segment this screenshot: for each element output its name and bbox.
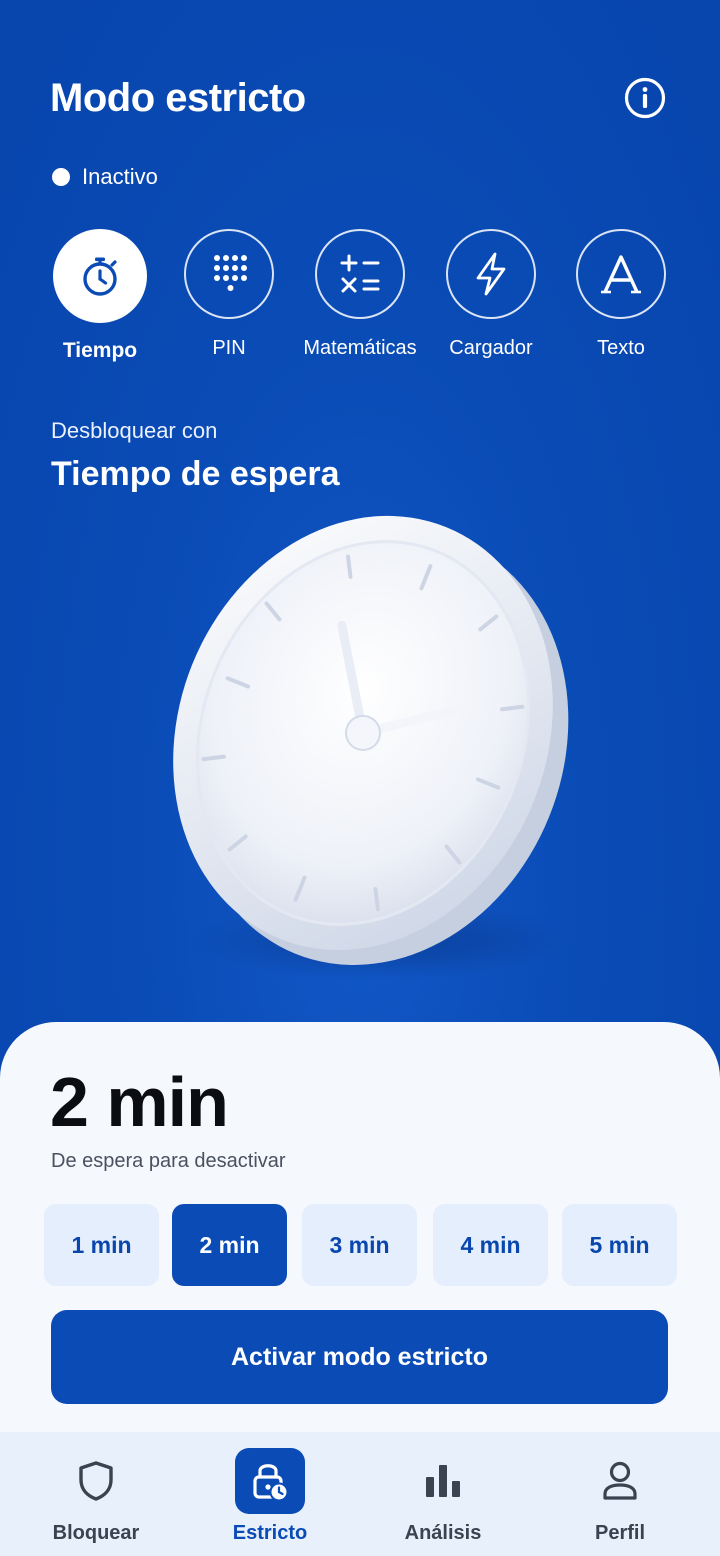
method-cargador-label: Cargador xyxy=(449,337,533,359)
tab-estricto[interactable]: Estricto xyxy=(195,1432,345,1545)
tab-estricto-icon-wrap xyxy=(235,1448,305,1514)
selected-time-caption: De espera para desactivar xyxy=(51,1150,286,1172)
method-texto-circle xyxy=(576,229,666,319)
method-pin-label: PIN xyxy=(212,337,246,359)
method-tiempo-label: Tiempo xyxy=(62,339,138,362)
tab-analisis-icon-wrap xyxy=(408,1448,478,1514)
method-texto-label: Texto xyxy=(597,337,645,359)
wall-clock-illustration xyxy=(173,515,570,980)
tab-perfil-label: Perfil xyxy=(594,1522,646,1544)
selected-time-display: 2 min xyxy=(50,1063,229,1141)
tab-perfil[interactable]: Perfil xyxy=(545,1432,695,1545)
time-option-1-min[interactable]: 1 min xyxy=(44,1204,159,1286)
lightning-icon xyxy=(476,252,506,296)
method-matematicas-circle xyxy=(315,229,405,319)
user-icon xyxy=(603,1461,637,1500)
status-label: Inactivo xyxy=(82,164,158,189)
time-options: 1 min 2 min 3 min 4 min 5 min xyxy=(44,1204,678,1286)
tab-estricto-label: Estricto xyxy=(232,1522,308,1544)
tab-bloquear[interactable]: Bloquear xyxy=(21,1432,171,1545)
status-indicator: Inactivo xyxy=(52,164,158,190)
time-option-3-min[interactable]: 3 min xyxy=(302,1204,417,1286)
stopwatch-icon xyxy=(83,257,117,296)
method-texto[interactable]: Texto xyxy=(546,229,696,360)
method-matematicas[interactable]: Matemáticas xyxy=(285,229,435,360)
tab-bloquear-label: Bloquear xyxy=(52,1522,140,1544)
method-pin[interactable]: PIN xyxy=(154,229,304,360)
keypad-icon xyxy=(214,255,247,291)
lock-clock-icon xyxy=(253,1464,289,1502)
unlock-caption: Desbloquear con xyxy=(51,418,218,443)
method-cargador-circle xyxy=(446,229,536,319)
unlock-method-title: Tiempo de espera xyxy=(51,455,340,493)
letter-a-icon xyxy=(601,255,641,294)
page-title: Modo estricto xyxy=(50,76,306,120)
info-circle-icon xyxy=(624,77,666,119)
method-pin-circle xyxy=(184,229,274,319)
activate-strict-mode-button[interactable]: Activar modo estricto xyxy=(51,1310,668,1404)
bar-chart-icon xyxy=(426,1465,460,1497)
time-option-4-min[interactable]: 4 min xyxy=(433,1204,548,1286)
tab-analisis-label: Análisis xyxy=(404,1522,482,1544)
tab-analisis[interactable]: Análisis xyxy=(368,1432,518,1545)
bottom-tab-bar: Bloquear Estricto Análisis Perfil xyxy=(0,1432,720,1556)
math-operators-icon xyxy=(340,254,380,293)
method-matematicas-label: Matemáticas xyxy=(303,337,417,359)
time-option-2-min[interactable]: 2 min xyxy=(172,1204,287,1286)
tab-perfil-icon-wrap xyxy=(585,1448,655,1514)
shield-icon xyxy=(79,1461,113,1501)
method-tiempo[interactable]: Tiempo xyxy=(25,229,175,363)
tab-bloquear-icon-wrap xyxy=(61,1448,131,1514)
time-option-5-min[interactable]: 5 min xyxy=(562,1204,677,1286)
status-dot xyxy=(52,168,70,186)
method-tiempo-circle xyxy=(53,229,147,323)
unlock-method-selector: Tiempo PIN Matemáticas Cargador Texto xyxy=(0,229,720,369)
method-cargador[interactable]: Cargador xyxy=(416,229,566,360)
info-button[interactable] xyxy=(624,77,666,119)
